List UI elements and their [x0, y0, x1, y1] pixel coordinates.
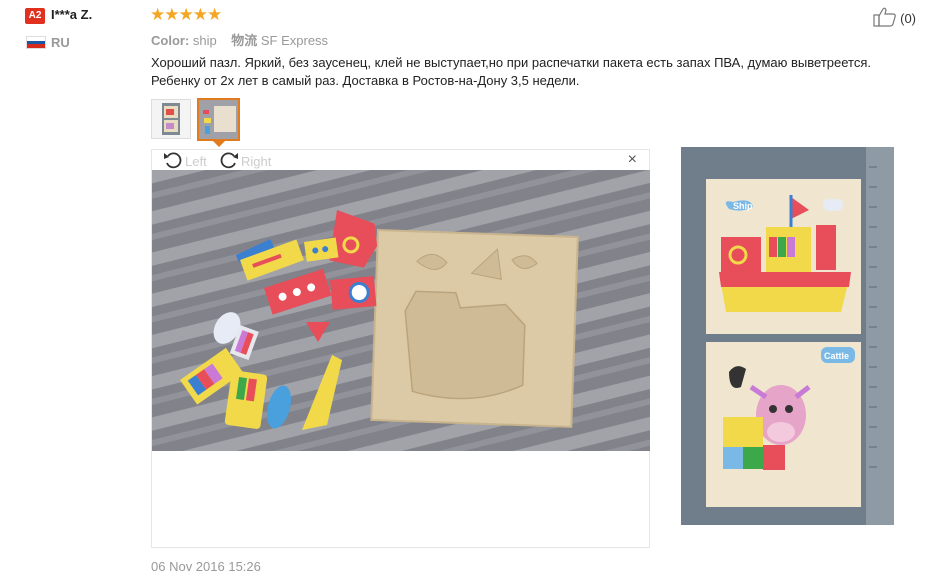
- active-thumb-pointer: [213, 141, 225, 147]
- user-level-badge: A2: [25, 8, 45, 24]
- rotate-left-label: Left: [185, 154, 207, 169]
- close-preview-button[interactable]: ×: [628, 152, 637, 168]
- rotate-right-button[interactable]: Right: [219, 151, 271, 172]
- shipping-label: 物流: [231, 33, 258, 48]
- helpful-count: (0): [900, 11, 916, 26]
- review-image-thumb-1[interactable]: [151, 99, 191, 139]
- rotate-left-icon: [163, 151, 183, 172]
- image-preview-panel: Left Right ×: [151, 149, 650, 548]
- review-date: 06 Nov 2016 15:26: [151, 559, 261, 574]
- color-label: Color:: [151, 33, 190, 48]
- thumbs-up-icon: [873, 7, 897, 30]
- order-meta: Color: ship 物流 SF Express: [151, 30, 328, 49]
- preview-toolbar: Left Right ×: [152, 150, 649, 170]
- review-text-line: Ребенку от 2х лет в самый раз. Доставка …: [151, 73, 580, 88]
- user-country: RU: [51, 35, 70, 50]
- color-value: ship: [192, 33, 217, 48]
- preview-photo: [152, 170, 650, 451]
- review-image-thumb-2[interactable]: [197, 98, 240, 141]
- cattle-word: Cattle: [824, 351, 849, 361]
- rotate-left-button[interactable]: Left: [163, 151, 207, 172]
- side-product-photo: Ship Cattle: [681, 147, 894, 525]
- review-text-line: Хороший пазл. Яркий, без заусенец, клей …: [151, 55, 872, 70]
- flag-ru-icon: [26, 36, 46, 49]
- star-rating: ★★★★★: [150, 5, 222, 24]
- ship-word: Ship: [733, 201, 753, 211]
- rotate-right-icon: [219, 151, 239, 172]
- review-text: Хороший пазл. Яркий, без заусенец, клей …: [151, 54, 921, 90]
- shipping-value: SF Express: [260, 33, 329, 48]
- rotate-right-label: Right: [241, 154, 272, 169]
- close-icon: ×: [627, 151, 637, 168]
- user-name: I***a Z.: [51, 7, 93, 22]
- helpful-button[interactable]: (0): [873, 7, 916, 30]
